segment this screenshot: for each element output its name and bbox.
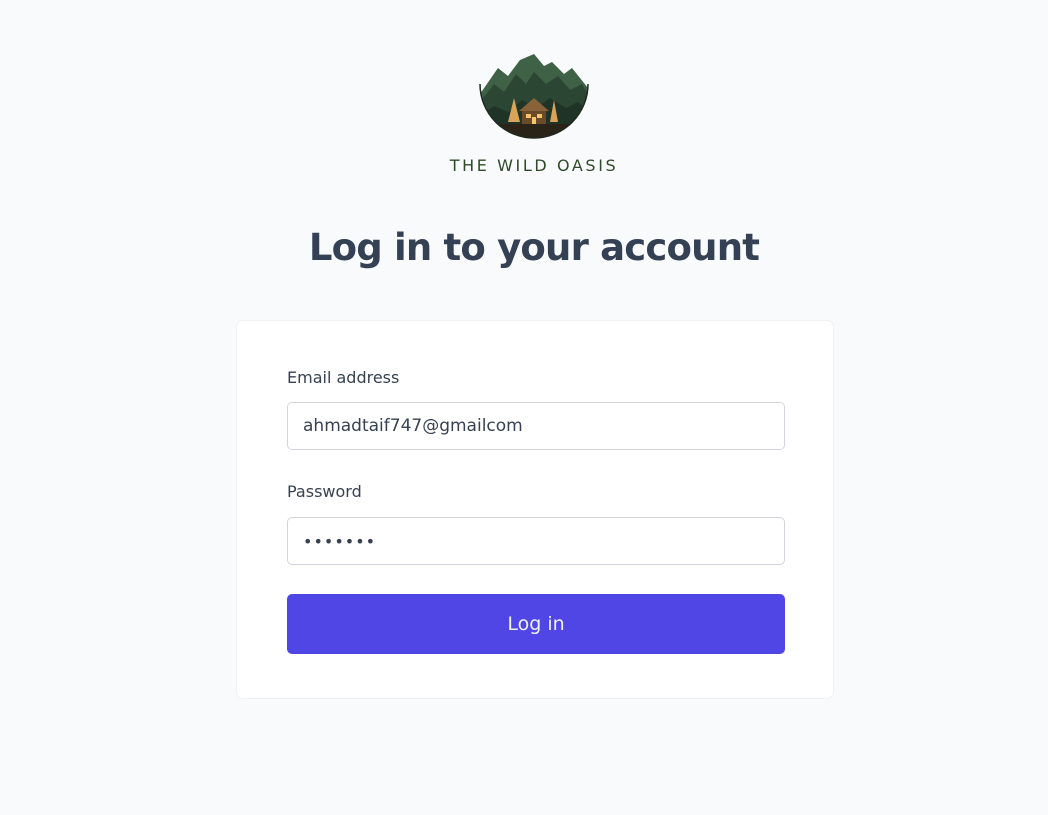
password-field[interactable]: ••••••• <box>287 517 785 565</box>
email-label: Email address <box>287 368 400 387</box>
login-page: THE WILD OASIS Log in to your account Em… <box>0 0 1048 815</box>
login-button[interactable]: Log in <box>287 594 785 654</box>
page-title: Log in to your account <box>308 226 760 269</box>
brand-name: THE WILD OASIS <box>449 156 619 175</box>
logo: THE WILD OASIS <box>0 54 1048 175</box>
email-field[interactable]: ahmadtaif747@gmailcom <box>287 402 785 450</box>
mountain-cabin-logo-icon <box>479 54 589 139</box>
login-card: Email address ahmadtaif747@gmailcom Pass… <box>236 320 834 699</box>
password-label: Password <box>287 482 362 501</box>
